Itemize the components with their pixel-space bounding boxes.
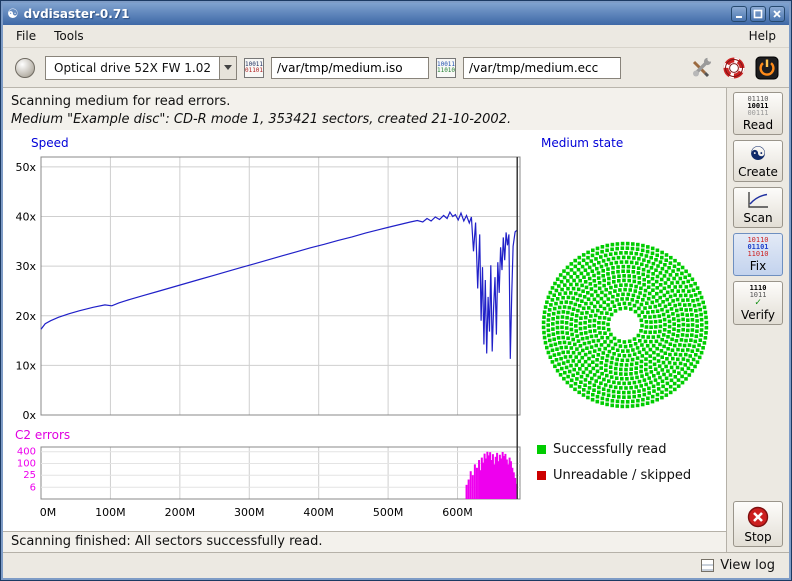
fix-button[interactable]: 10110 01101 11010 Fix (733, 233, 783, 276)
medium-state-disc (530, 230, 720, 420)
log-icon (701, 559, 714, 572)
create-button-label: Create (738, 165, 778, 179)
ecc-file-icon: 10011 11010 (436, 58, 456, 78)
svg-text:6: 6 (30, 482, 36, 493)
svg-text:400: 400 (17, 447, 36, 458)
quit-button[interactable] (754, 55, 780, 81)
binary-verify-icon: 1110 1011 ✓ (750, 285, 767, 307)
legend-read-swatch (537, 445, 546, 454)
svg-text:20x: 20x (15, 310, 36, 323)
drive-selector-value: Optical drive 52X FW 1.02 (46, 61, 219, 75)
power-icon (755, 56, 779, 80)
svg-text:300M: 300M (234, 506, 265, 519)
legend-row-unreadable: Unreadable / skipped (537, 468, 691, 483)
menu-help[interactable]: Help (740, 26, 785, 46)
status-block: Scanning medium for read errors. Medium … (3, 88, 726, 130)
window-icon: ☯ (7, 8, 19, 21)
main-panel: Scanning medium for read errors. Medium … (3, 88, 727, 552)
wrench-icon (689, 56, 713, 80)
color-wheel-button[interactable] (721, 55, 747, 81)
menu-tools[interactable]: Tools (45, 26, 93, 46)
svg-text:100M: 100M (95, 506, 126, 519)
view-log-button[interactable]: View log (695, 555, 781, 576)
stop-button-label: Stop (744, 530, 771, 544)
menubar: File Tools Help (3, 25, 789, 48)
stop-button[interactable]: Stop (733, 501, 783, 547)
create-button[interactable]: ☯ Create (733, 140, 783, 182)
fix-button-label: Fix (750, 259, 766, 273)
binary-fix-icon: 10110 01101 11010 (747, 237, 768, 258)
chart-area: Speed Medium state C2 errors 0M100M200M3… (3, 130, 726, 531)
footer-bar: View log (3, 552, 789, 578)
check-icon: ✓ (755, 299, 761, 307)
scan-chart-icon (746, 191, 770, 210)
svg-text:50x: 50x (15, 161, 36, 174)
status-line-1: Scanning medium for read errors. (11, 93, 718, 111)
drive-selector[interactable]: Optical drive 52X FW 1.02 (45, 56, 237, 80)
menu-file[interactable]: File (7, 26, 45, 46)
speed-c2-chart: 0M 100M 200M 300M 400M 500M 600M 50x 40x 30x 20x 10… (3, 147, 543, 527)
svg-text:200M: 200M (165, 506, 196, 519)
lifebuoy-icon (722, 56, 746, 80)
legend-unreadable-label: Unreadable / skipped (553, 468, 691, 483)
stop-icon (746, 505, 770, 529)
drive-button[interactable] (12, 55, 38, 81)
image-file-icon: 10011 01101 (244, 58, 264, 78)
ecc-path-input[interactable] (463, 57, 621, 79)
svg-text:30x: 30x (15, 260, 36, 273)
medium-state-legend: Successfully read Unreadable / skipped (537, 442, 691, 494)
scan-button[interactable]: Scan (733, 187, 783, 228)
legend-read-label: Successfully read (553, 442, 666, 457)
action-sidebar: 01110 10011 00111 Read ☯ Create Scan 1 (727, 88, 789, 552)
status-line-2: Medium "Example disc": CD-R mode 1, 3534… (11, 111, 718, 129)
image-path-input[interactable] (271, 57, 429, 79)
titlebar[interactable]: ☯ dvdisaster-0.71 (3, 3, 789, 25)
svg-text:25: 25 (23, 470, 36, 481)
minimize-button[interactable] (731, 6, 747, 22)
verify-button-label: Verify (741, 308, 775, 322)
yin-yang-icon: ☯ (749, 144, 766, 164)
verify-button[interactable]: 1110 1011 ✓ Verify (733, 281, 783, 325)
close-button[interactable] (769, 6, 785, 22)
read-button-label: Read (743, 118, 773, 132)
svg-text:0M: 0M (40, 506, 57, 519)
window-title: dvdisaster-0.71 (24, 7, 726, 21)
binary-read-icon: 01110 10011 00111 (747, 96, 768, 117)
legend-row-read: Successfully read (537, 442, 691, 457)
drive-icon (15, 58, 35, 78)
view-log-label: View log (720, 558, 775, 573)
svg-text:0x: 0x (22, 409, 36, 422)
svg-text:10x: 10x (15, 359, 36, 372)
maximize-button[interactable] (750, 6, 766, 22)
scan-result-status: Scanning finished: All sectors successfu… (3, 531, 726, 552)
svg-text:600M: 600M (442, 506, 473, 519)
toolbar: Optical drive 52X FW 1.02 10011 01101 10… (3, 48, 789, 88)
svg-text:400M: 400M (303, 506, 334, 519)
medium-state-title: Medium state (541, 136, 623, 150)
main-row: Scanning medium for read errors. Medium … (3, 88, 789, 552)
app-window: ☯ dvdisaster-0.71 File Tools Help Optica… (3, 3, 789, 578)
window-frame: ☯ dvdisaster-0.71 File Tools Help Optica… (0, 0, 792, 581)
legend-unreadable-swatch (537, 471, 546, 480)
svg-text:40x: 40x (15, 211, 36, 224)
preferences-button[interactable] (688, 55, 714, 81)
svg-text:100: 100 (17, 458, 36, 469)
chevron-down-icon (219, 57, 236, 79)
svg-text:500M: 500M (373, 506, 404, 519)
read-button[interactable]: 01110 10011 00111 Read (733, 92, 783, 135)
scan-button-label: Scan (743, 211, 772, 225)
